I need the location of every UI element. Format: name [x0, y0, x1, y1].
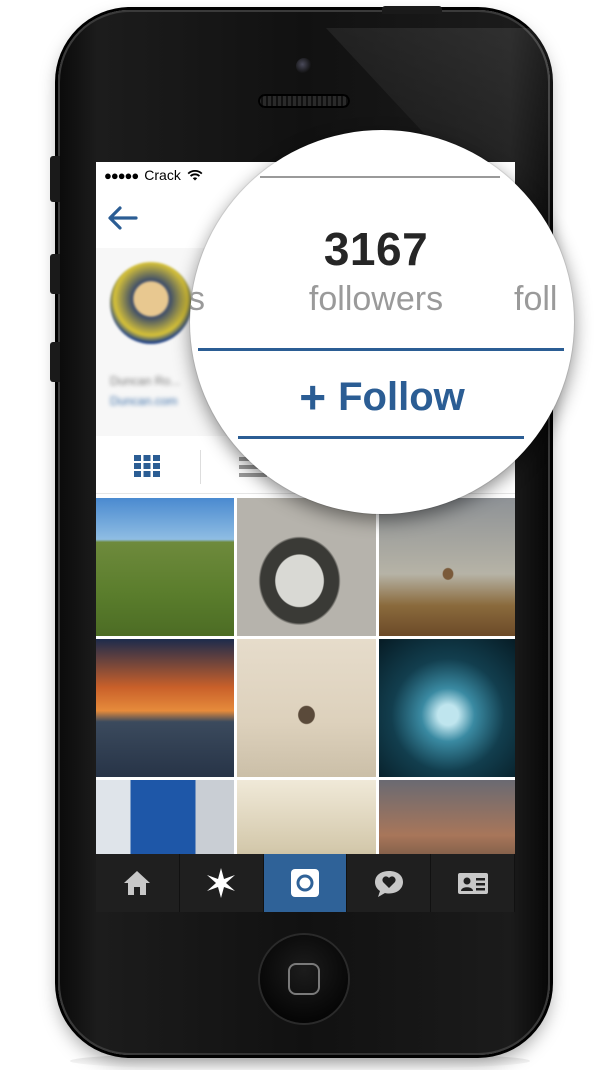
profile-website[interactable]: Duncan.com	[110, 394, 177, 408]
tab-camera[interactable]	[263, 854, 348, 912]
profile-card-icon	[457, 873, 488, 894]
photo-baobab-tree[interactable]	[379, 498, 515, 636]
volume-up-button	[50, 254, 60, 294]
avatar[interactable]	[110, 262, 192, 344]
photo-bare-tree-sepia[interactable]	[237, 639, 376, 777]
toggle-divider	[200, 450, 201, 484]
followers-label[interactable]: followers	[286, 280, 466, 319]
stat-fragment-left: s	[190, 280, 205, 318]
speech-heart-icon	[374, 871, 403, 897]
floor-reflection	[70, 1052, 530, 1070]
follow-button-label: Follow	[338, 374, 465, 419]
plus-icon: +	[299, 371, 327, 423]
magnifier-callout: s 3167 followers foll + Follow	[190, 130, 574, 514]
tab-home[interactable]	[96, 854, 180, 912]
signal-dots: ●●●●●	[104, 167, 139, 183]
photo-swans-ducks-snow[interactable]	[237, 498, 376, 636]
left-arrow-icon[interactable]	[106, 204, 138, 232]
volume-down-button	[50, 342, 60, 382]
follow-button-bottom-border	[238, 436, 524, 439]
follow-button-top-border	[198, 348, 564, 351]
photo-grid	[96, 498, 515, 912]
photo-fish-school-vortex[interactable]	[379, 639, 515, 777]
carrier-name: Crack	[144, 167, 181, 183]
home-icon	[124, 871, 151, 895]
grid-icon[interactable]	[134, 455, 160, 477]
follow-button[interactable]: + Follow	[282, 372, 482, 422]
tab-profile[interactable]	[431, 854, 515, 912]
camera-icon	[290, 869, 319, 897]
power-button	[382, 6, 442, 14]
tab-explore[interactable]	[180, 854, 264, 912]
wifi-icon	[187, 169, 203, 181]
front-camera	[296, 58, 312, 74]
magnifier-top-line	[260, 176, 500, 178]
stat-fragment-right: foll	[514, 280, 558, 318]
tab-news[interactable]	[347, 854, 432, 912]
profile-name: Duncan Ro...	[110, 374, 181, 388]
home-button-square-icon	[288, 963, 320, 995]
followers-count[interactable]: 3167	[294, 222, 458, 276]
tab-bar	[96, 854, 515, 912]
mute-switch	[50, 156, 60, 202]
photo-pier-sunset[interactable]	[96, 639, 234, 777]
photo-pasture-sheep[interactable]	[96, 498, 234, 636]
earpiece-speaker	[258, 94, 350, 108]
home-button[interactable]	[260, 935, 348, 1023]
star-icon	[207, 868, 236, 898]
